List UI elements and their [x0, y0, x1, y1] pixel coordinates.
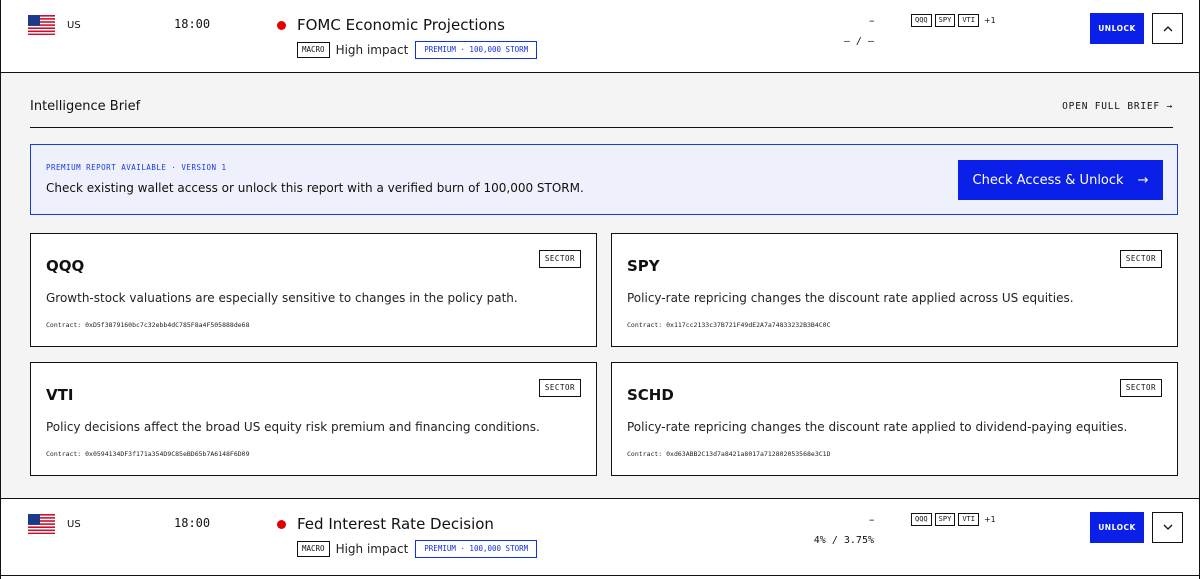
- chevron-up-icon: [1163, 26, 1172, 32]
- event-row-fed-rate-decision[interactable]: US 18:00 Fed Interest Rate Decision MACR…: [0, 498, 1200, 579]
- card-badge: SECTOR: [538, 250, 581, 268]
- impact-dot: [277, 520, 286, 529]
- card-description: Policy decisions affect the broad US equ…: [46, 420, 540, 434]
- check-access-label: Check Access & Unlock: [972, 172, 1124, 188]
- unlock-button[interactable]: UNLOCK: [1090, 512, 1144, 543]
- card-description: Growth-stock valuations are especially s…: [46, 291, 518, 305]
- divider: [1, 575, 1199, 576]
- event-country: US: [67, 519, 81, 530]
- card-contract: Contract: 0xD5f3879160bc7c32ebb4dC785F8a…: [46, 321, 250, 329]
- chevron-down-icon: [1163, 524, 1172, 530]
- asset-card-qqq[interactable]: QQQ SECTOR Growth-stock valuations are e…: [30, 233, 597, 347]
- unlock-button[interactable]: UNLOCK: [1090, 13, 1144, 44]
- forecast-previous-values: – / –: [843, 36, 874, 47]
- category-tag: MACRO: [297, 541, 330, 557]
- forecast-previous-values: 4% / 3.75%: [813, 535, 874, 546]
- ticker-tag: VTI: [958, 14, 979, 27]
- ticker-tag: SPY: [934, 14, 956, 27]
- premium-tag: PREMIUM · 100,000 STORM: [415, 41, 538, 59]
- card-badge: SECTOR: [538, 379, 581, 397]
- event-tags: MACRO High impact PREMIUM · 100,000 STOR…: [297, 540, 538, 558]
- impact-label: High impact: [335, 541, 409, 556]
- event-time: 18:00: [174, 516, 211, 530]
- ticker-tag: VTI: [958, 513, 979, 526]
- event-row-fomc-projections[interactable]: US 18:00 FOMC Economic Projections MACRO…: [0, 0, 1200, 73]
- category-tag: MACRO: [297, 42, 330, 58]
- intelligence-brief-panel: Intelligence Brief OPEN FULL BRIEF → PRE…: [0, 73, 1200, 498]
- card-ticker: SPY: [627, 257, 660, 275]
- brief-title: Intelligence Brief: [30, 99, 141, 114]
- asset-card-schd[interactable]: SCHD SECTOR Policy-rate repricing change…: [611, 362, 1178, 476]
- event-country: US: [67, 20, 81, 31]
- premium-tag: PREMIUM · 100,000 STORM: [415, 540, 538, 558]
- card-ticker: VTI: [46, 386, 74, 404]
- card-badge: SECTOR: [1119, 379, 1162, 397]
- card-description: Policy-rate repricing changes the discou…: [627, 420, 1128, 434]
- card-contract: Contract: 0x117cc2133c37B721F49dE2A7a748…: [627, 321, 831, 329]
- premium-report-label: PREMIUM REPORT AVAILABLE · VERSION 1: [46, 163, 227, 172]
- check-access-unlock-button[interactable]: Check Access & Unlock →: [958, 160, 1163, 200]
- event-tags: MACRO High impact PREMIUM · 100,000 STOR…: [297, 41, 538, 59]
- impact-label: High impact: [335, 42, 409, 57]
- ticker-tag: SPY: [934, 513, 956, 526]
- card-ticker: SCHD: [627, 386, 674, 404]
- actual-value: –: [869, 14, 875, 27]
- card-badge: SECTOR: [1119, 250, 1162, 268]
- card-ticker: QQQ: [46, 257, 85, 275]
- us-flag-icon: [28, 15, 55, 35]
- card-contract: Contract: 0x0594134DF3f171a354D9C85eBD65…: [46, 450, 250, 458]
- premium-report-banner: PREMIUM REPORT AVAILABLE · VERSION 1 Che…: [30, 144, 1178, 215]
- event-title[interactable]: Fed Interest Rate Decision: [297, 515, 494, 533]
- ticker-more: +1: [983, 515, 996, 524]
- actual-value: –: [869, 513, 875, 526]
- collapse-button[interactable]: [1152, 13, 1183, 44]
- ticker-list: QQQ SPY VTI +1: [911, 14, 996, 27]
- impact-dot: [277, 21, 286, 30]
- card-contract: Contract: 0xd63ABB2C13d7a8421a8017a71280…: [627, 450, 831, 458]
- divider: [30, 127, 1173, 128]
- asset-card-vti[interactable]: VTI SECTOR Policy decisions affect the b…: [30, 362, 597, 476]
- premium-report-text: Check existing wallet access or unlock t…: [46, 181, 584, 195]
- open-full-brief-link[interactable]: OPEN FULL BRIEF →: [1062, 101, 1173, 112]
- ticker-tag: QQQ: [911, 14, 932, 27]
- ticker-more: +1: [983, 16, 996, 25]
- asset-card-spy[interactable]: SPY SECTOR Policy-rate repricing changes…: [611, 233, 1178, 347]
- us-flag-icon: [28, 514, 55, 534]
- event-title[interactable]: FOMC Economic Projections: [297, 16, 505, 34]
- expand-button[interactable]: [1152, 512, 1183, 543]
- card-description: Policy-rate repricing changes the discou…: [627, 291, 1074, 305]
- event-time: 18:00: [174, 17, 211, 31]
- ticker-list: QQQ SPY VTI +1: [911, 513, 996, 526]
- arrow-right-icon: →: [1137, 172, 1149, 188]
- ticker-tag: QQQ: [911, 513, 932, 526]
